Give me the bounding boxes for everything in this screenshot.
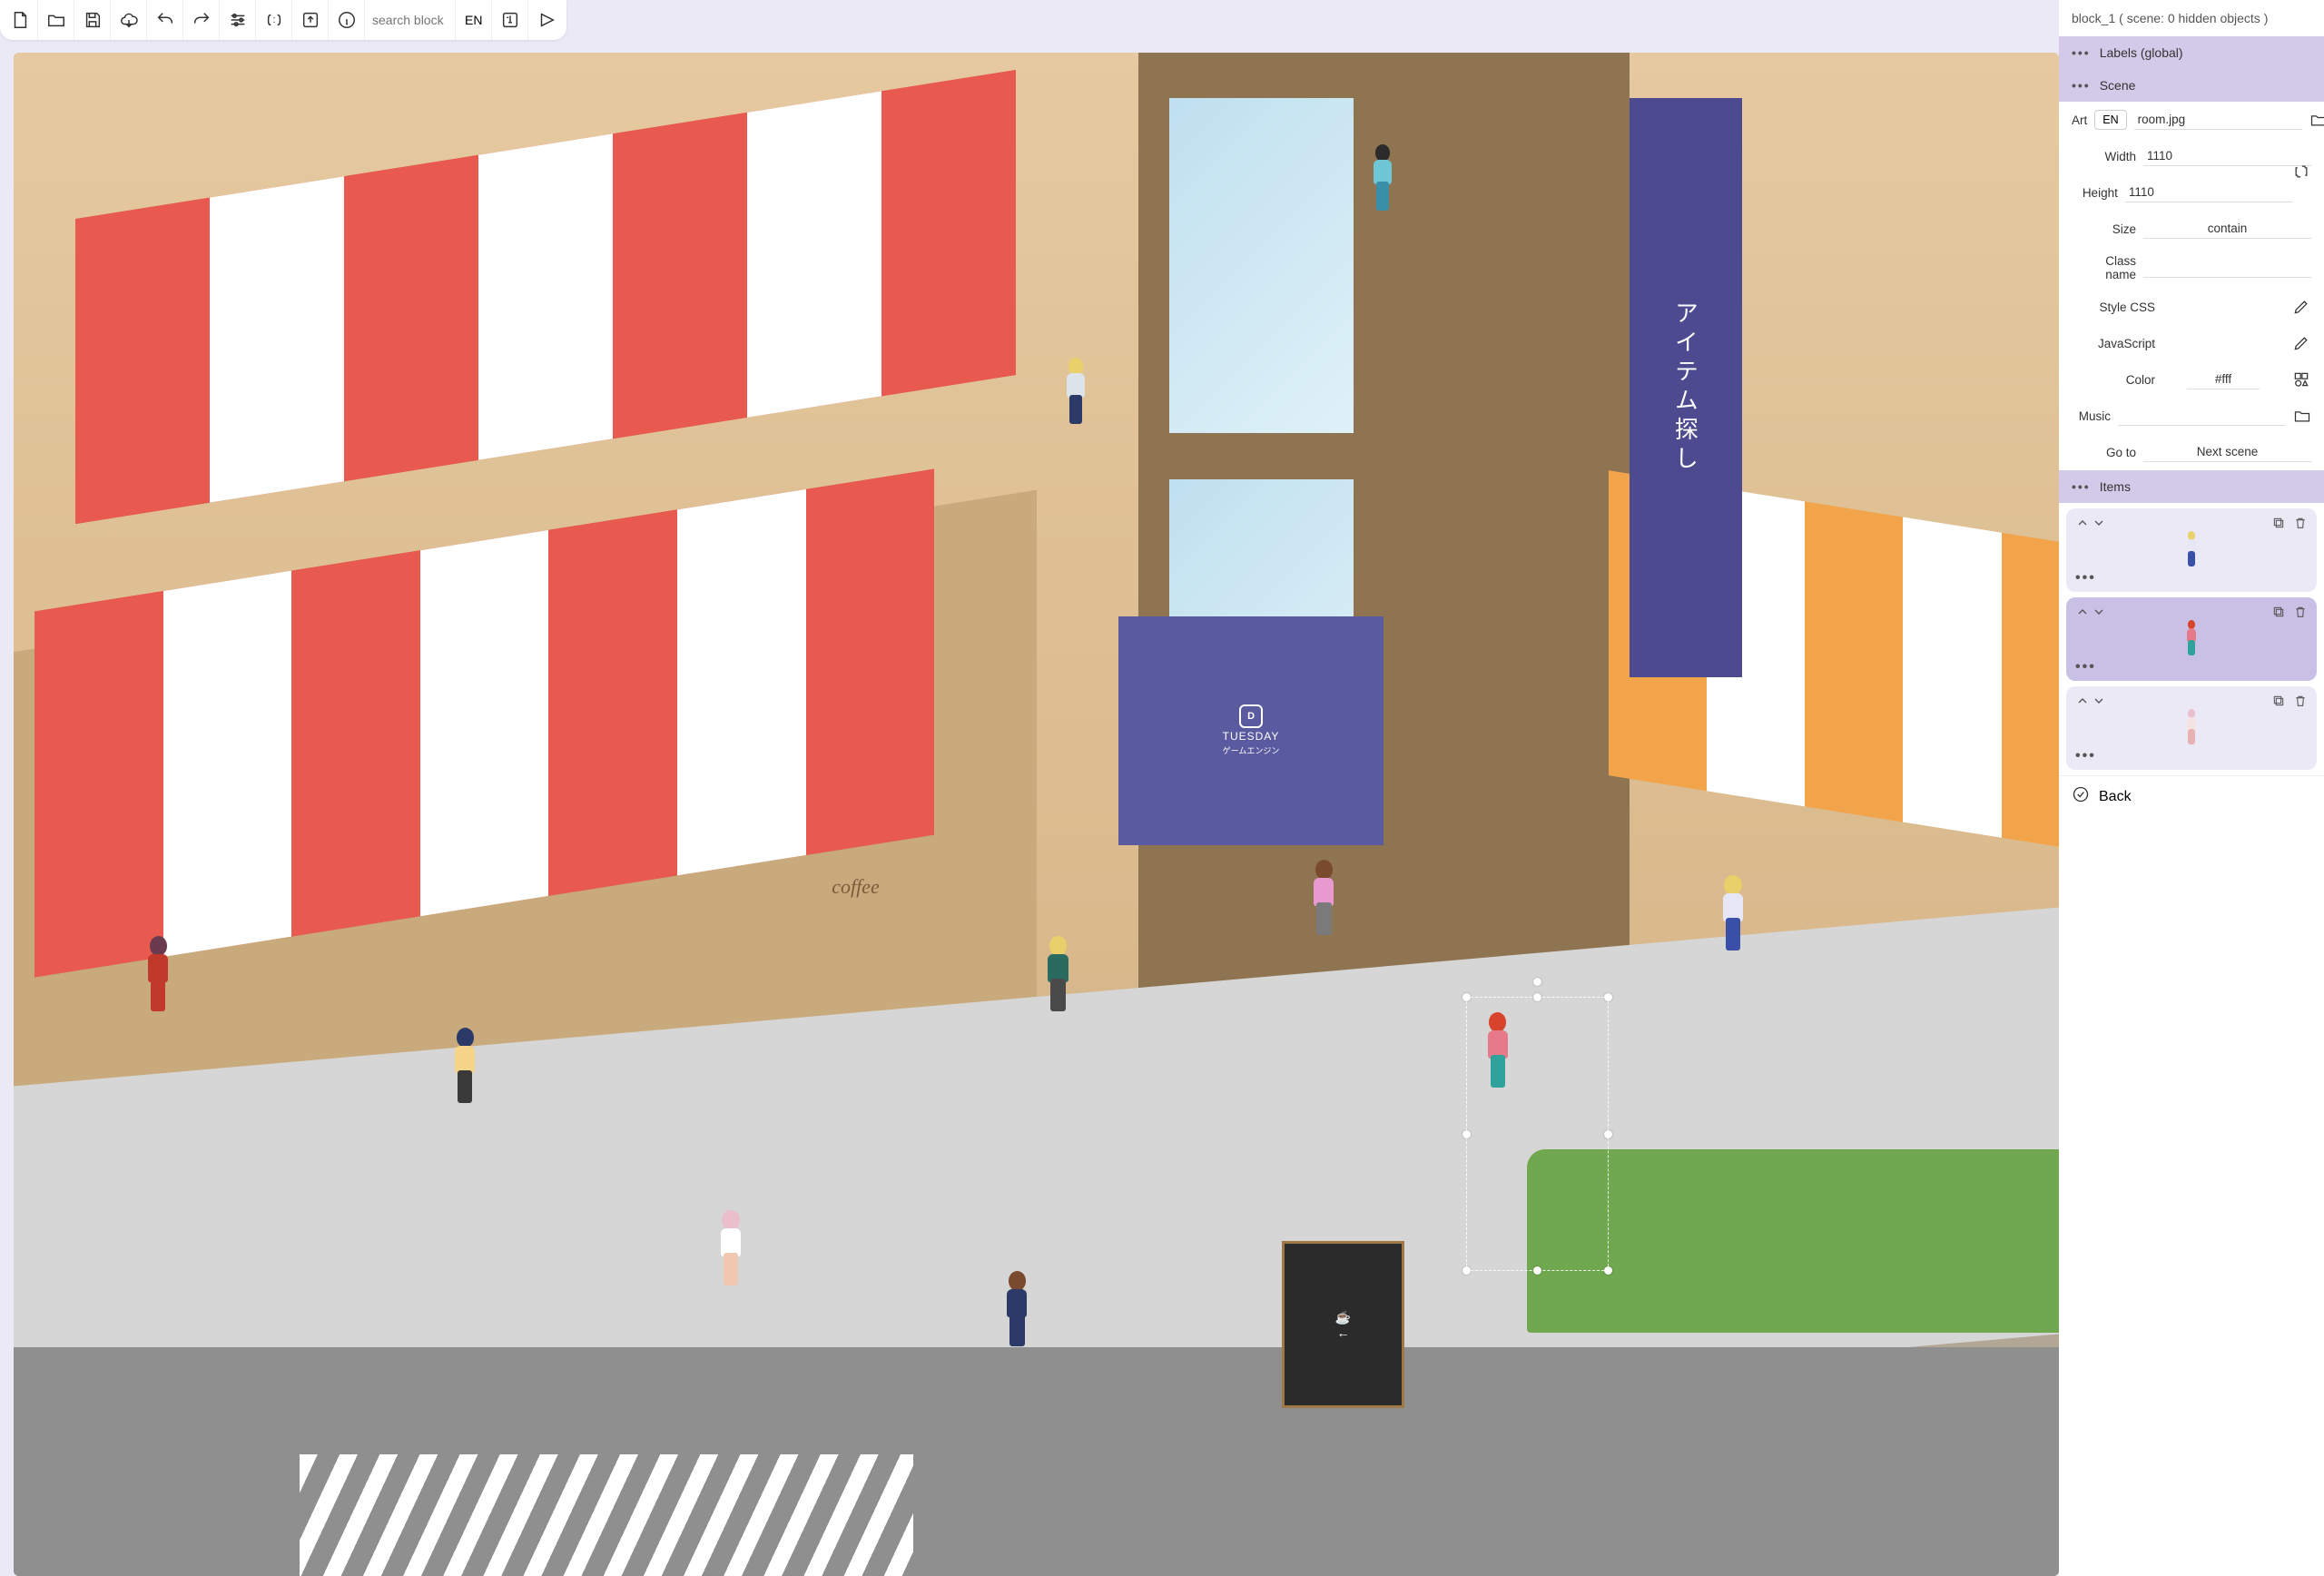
item-thumbnail bbox=[2181, 709, 2201, 747]
move-up-button[interactable] bbox=[2075, 605, 2090, 624]
character[interactable] bbox=[709, 1210, 753, 1292]
edit-javascript-button[interactable] bbox=[2291, 333, 2311, 353]
art-input[interactable] bbox=[2134, 110, 2302, 130]
confirm-button[interactable] bbox=[2072, 785, 2090, 808]
character[interactable] bbox=[1037, 936, 1080, 1018]
item-more-button[interactable]: ••• bbox=[2075, 570, 2096, 586]
art-language-pill[interactable]: EN bbox=[2094, 110, 2126, 130]
labels-section-label: Labels (global) bbox=[2100, 45, 2183, 60]
character[interactable] bbox=[1302, 860, 1345, 941]
more-icon[interactable]: ••• bbox=[2072, 479, 2091, 494]
scene-properties: Art EN Width Height Size bbox=[2059, 102, 2324, 470]
music-input[interactable] bbox=[2118, 406, 2286, 426]
settings-button[interactable] bbox=[220, 0, 256, 40]
move-up-button[interactable] bbox=[2075, 516, 2090, 535]
cloud-button[interactable] bbox=[111, 0, 147, 40]
labels-section-header[interactable]: ••• Labels (global) bbox=[2059, 36, 2324, 69]
items-section-label: Items bbox=[2100, 479, 2131, 494]
music-label: Music bbox=[2072, 409, 2111, 423]
duplicate-button[interactable] bbox=[2271, 516, 2286, 535]
bottom-bar: Back bbox=[2059, 775, 2324, 817]
more-icon[interactable]: ••• bbox=[2072, 45, 2091, 60]
vertical-sign: アイテム探し bbox=[1630, 98, 1742, 677]
export-button[interactable] bbox=[292, 0, 329, 40]
new-file-button[interactable] bbox=[2, 0, 38, 40]
item-thumbnail bbox=[2181, 620, 2201, 658]
scene-section-header[interactable]: ••• Scene bbox=[2059, 69, 2324, 102]
more-icon[interactable]: ••• bbox=[2072, 78, 2091, 93]
save-button[interactable] bbox=[74, 0, 111, 40]
play-button[interactable] bbox=[528, 0, 565, 40]
character[interactable] bbox=[443, 1028, 487, 1109]
color-input[interactable] bbox=[2187, 369, 2260, 389]
canvas-area: アイテム探し D TUESDAY ゲームエンジン coffee bbox=[0, 0, 2059, 1576]
character[interactable] bbox=[995, 1271, 1039, 1353]
character[interactable] bbox=[1364, 144, 1402, 217]
width-input[interactable] bbox=[2143, 146, 2311, 166]
item-card[interactable]: ••• bbox=[2066, 508, 2317, 592]
size-label: Size bbox=[2072, 222, 2136, 236]
character[interactable] bbox=[1057, 358, 1095, 430]
character-selected[interactable] bbox=[1476, 1012, 1520, 1094]
size-input[interactable] bbox=[2143, 219, 2311, 239]
javascript-label: JavaScript bbox=[2072, 337, 2155, 350]
classname-input[interactable] bbox=[2143, 258, 2311, 278]
item-card[interactable]: ••• bbox=[2066, 597, 2317, 681]
color-picker-button[interactable] bbox=[2291, 369, 2311, 389]
duplicate-button[interactable] bbox=[2271, 605, 2286, 624]
image-mode-button[interactable] bbox=[492, 0, 528, 40]
delete-button[interactable] bbox=[2293, 694, 2308, 713]
panel-title: block_1 ( scene: 0 hidden objects ) bbox=[2059, 0, 2324, 36]
item-card[interactable]: ••• bbox=[2066, 686, 2317, 770]
item-thumbnail bbox=[2181, 531, 2201, 569]
coffee-sign: coffee bbox=[832, 875, 880, 899]
items-section-header[interactable]: ••• Items bbox=[2059, 470, 2324, 503]
sandwich-board: ☕← bbox=[1282, 1241, 1404, 1409]
browse-music-button[interactable] bbox=[2293, 406, 2311, 426]
language-selector[interactable]: EN bbox=[456, 0, 492, 40]
classname-label: Class name bbox=[2072, 254, 2136, 281]
scene-canvas[interactable]: アイテム探し D TUESDAY ゲームエンジン coffee bbox=[14, 53, 2059, 1576]
code-button[interactable] bbox=[256, 0, 292, 40]
goto-input[interactable] bbox=[2143, 442, 2311, 462]
duplicate-button[interactable] bbox=[2271, 694, 2286, 713]
item-more-button[interactable]: ••• bbox=[2075, 659, 2096, 675]
link-dimensions-icon[interactable] bbox=[2291, 162, 2311, 182]
width-label: Width bbox=[2072, 150, 2136, 163]
toolbar: EN bbox=[0, 0, 566, 40]
search-input[interactable] bbox=[365, 0, 456, 40]
goto-label: Go to bbox=[2072, 446, 2136, 459]
character[interactable] bbox=[136, 936, 180, 1018]
scene-section-label: Scene bbox=[2100, 78, 2136, 93]
info-button[interactable] bbox=[329, 0, 365, 40]
character[interactable] bbox=[1711, 875, 1755, 957]
height-input[interactable] bbox=[2125, 182, 2293, 202]
undo-button[interactable] bbox=[147, 0, 183, 40]
height-label: Height bbox=[2072, 186, 2118, 200]
back-button[interactable]: Back bbox=[2099, 789, 2132, 805]
stylecss-label: Style CSS bbox=[2072, 300, 2155, 314]
move-up-button[interactable] bbox=[2075, 694, 2090, 713]
art-label: Art bbox=[2072, 113, 2087, 127]
move-down-button[interactable] bbox=[2092, 694, 2106, 713]
move-down-button[interactable] bbox=[2092, 605, 2106, 624]
item-more-button[interactable]: ••• bbox=[2075, 748, 2096, 764]
color-label: Color bbox=[2072, 373, 2155, 387]
inspector-panel: block_1 ( scene: 0 hidden objects ) ••• … bbox=[2059, 0, 2324, 1576]
items-list: ••• ••• bbox=[2059, 503, 2324, 775]
open-folder-button[interactable] bbox=[38, 0, 74, 40]
edit-stylecss-button[interactable] bbox=[2291, 297, 2311, 317]
redo-button[interactable] bbox=[183, 0, 220, 40]
delete-button[interactable] bbox=[2293, 516, 2308, 535]
delete-button[interactable] bbox=[2293, 605, 2308, 624]
move-down-button[interactable] bbox=[2092, 516, 2106, 535]
brand-sign: D TUESDAY ゲームエンジン bbox=[1118, 616, 1384, 845]
browse-art-button[interactable] bbox=[2309, 110, 2324, 130]
